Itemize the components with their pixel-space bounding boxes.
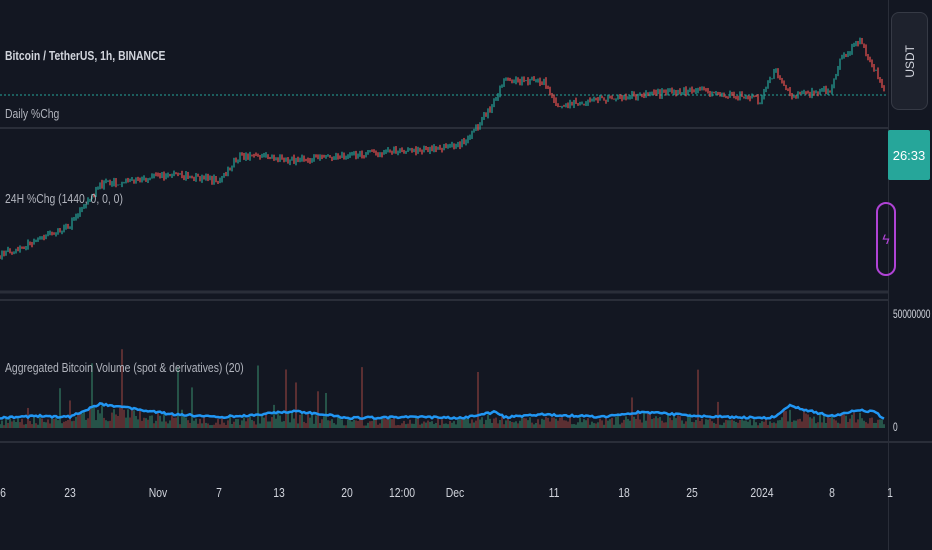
chart-canvas[interactable] — [0, 0, 932, 550]
time-tick: 6 — [0, 485, 6, 500]
time-tick: 12:00 — [388, 485, 416, 500]
symbol-title[interactable]: Bitcoin / TetherUS, 1h, BINANCE — [5, 48, 165, 63]
time-tick: 20 — [341, 485, 353, 500]
time-tick: 11 — [548, 485, 560, 500]
time-tick: Nov — [148, 485, 168, 500]
indicator-volume[interactable]: Aggregated Bitcoin Volume (spot & deriva… — [5, 360, 244, 375]
time-tick: 25 — [686, 485, 698, 500]
time-tick: 18 — [618, 485, 630, 500]
candles — [0, 37, 885, 260]
time-tick: 8 — [829, 485, 835, 500]
indicator-daily-chg[interactable]: Daily %Chg — [5, 106, 59, 121]
time-tick: 13 — [273, 485, 285, 500]
volume-axis-top: 50000000 — [893, 307, 931, 321]
volume-axis-bottom: 0 — [893, 420, 898, 434]
time-tick: 2024 — [750, 485, 774, 500]
countdown-badge: 26:33 — [888, 130, 930, 180]
time-tick: 1 — [887, 485, 893, 500]
currency-label: USDT — [902, 44, 917, 78]
time-tick: Dec — [445, 485, 465, 500]
lightning-icon[interactable]: ϟ — [876, 202, 896, 276]
time-tick: 7 — [216, 485, 222, 500]
currency-button[interactable]: USDT — [891, 12, 928, 110]
countdown-label: 26:33 — [892, 147, 926, 163]
indicator-24h-chg[interactable]: 24H %Chg (1440, 0, 0, 0) — [5, 191, 123, 206]
time-tick: 23 — [64, 485, 76, 500]
